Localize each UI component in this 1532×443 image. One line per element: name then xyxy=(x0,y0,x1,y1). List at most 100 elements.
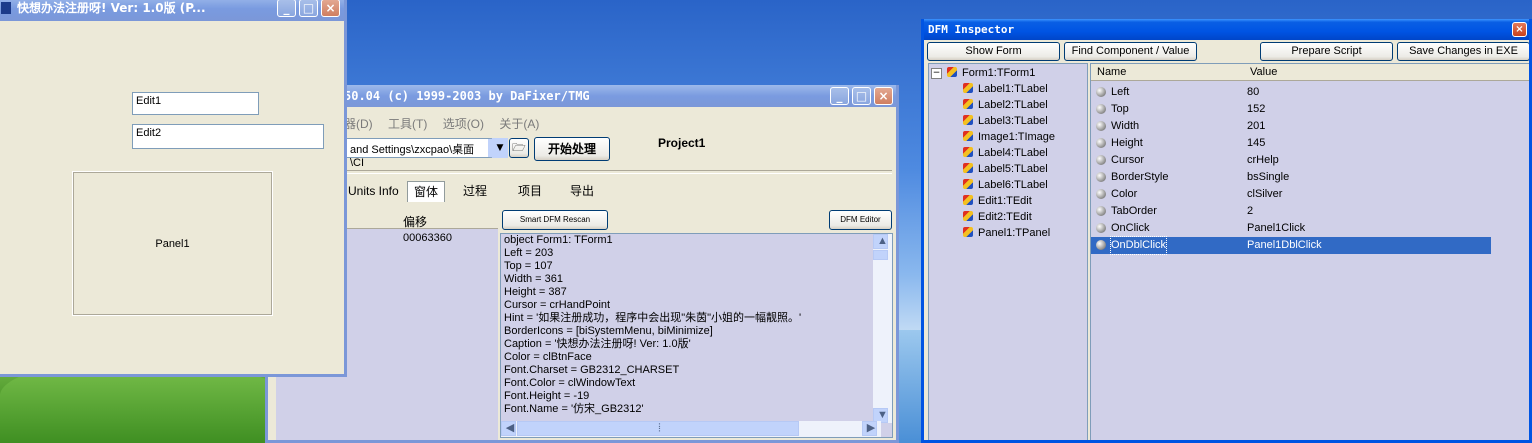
col-header-value[interactable]: Value xyxy=(1244,64,1529,81)
close-button[interactable]: × xyxy=(1512,22,1527,37)
inspector-titlebar[interactable]: DFM Inspector xyxy=(924,19,1529,40)
app-icon xyxy=(1,2,11,14)
tree-node[interactable]: Edit2:TEdit xyxy=(963,209,1032,225)
property-value: Panel1DblClick xyxy=(1247,239,1322,251)
property-row-selected[interactable]: OnDblClick Panel1DblClick xyxy=(1091,236,1491,255)
memo-line: Hint = '如果注册成功，程序中会出现"朱茵"小姐的一幅靓照。' xyxy=(504,312,802,324)
edit1-field[interactable]: Edit1 xyxy=(132,92,259,115)
property-value: Panel1Click xyxy=(1247,222,1306,234)
dede-titlebar[interactable]: 50.04 (c) 1999-2003 by DaFixer/TMG xyxy=(268,85,896,107)
memo-line: Font.Charset = GB2312_CHARSET xyxy=(504,364,680,376)
form1-title: 快想办法注册呀! Ver: 1.0版 (P... xyxy=(17,1,206,15)
find-component-button[interactable]: Find Component / Value xyxy=(1064,42,1197,61)
maximize-button[interactable]: □ xyxy=(299,0,318,17)
show-form-label: Show Form xyxy=(965,45,1022,57)
component-icon xyxy=(963,99,973,109)
tree-node[interactable]: Label2:TLabel xyxy=(963,97,1048,113)
hscroll-thumb[interactable]: ⦙ xyxy=(517,421,799,436)
open-folder-button[interactable]: 🗁 xyxy=(509,138,529,158)
property-row[interactable]: Width 201 xyxy=(1091,118,1491,135)
tree-node[interactable]: Label4:TLabel xyxy=(963,145,1048,161)
dfm-text-memo[interactable]: object Form1: TForm1 Left = 203 Top = 10… xyxy=(500,233,893,438)
edit2-field[interactable]: Edit2 xyxy=(132,124,324,149)
menu-item-about[interactable]: 关于(A) xyxy=(499,117,539,131)
memo-line: Top = 107 xyxy=(504,260,553,272)
col-header-name[interactable]: Name xyxy=(1091,64,1250,81)
scroll-right-button[interactable]: ▶ xyxy=(862,421,877,436)
memo-line: BorderIcons = [biSystemMenu, biMinimize] xyxy=(504,325,713,337)
tree-node[interactable]: Label3:TLabel xyxy=(963,113,1048,129)
list-item-offset[interactable]: 00063360 xyxy=(403,232,452,244)
prepare-script-button[interactable]: Prepare Script xyxy=(1260,42,1393,61)
minimize-button[interactable]: _ xyxy=(830,87,849,105)
tree-node[interactable]: Label5:TLabel xyxy=(963,161,1048,177)
save-changes-button[interactable]: Save Changes in EXE xyxy=(1397,42,1529,61)
property-row[interactable]: Cursor crHelp xyxy=(1091,152,1491,169)
tree-root-label: Form1:TForm1 xyxy=(962,67,1036,79)
horizontal-scrollbar[interactable]: ◀ ⦙ ▶ xyxy=(501,421,881,437)
start-process-button[interactable]: 开始处理 xyxy=(534,137,610,161)
save-changes-label: Save Changes in EXE xyxy=(1409,45,1518,57)
component-icon xyxy=(963,195,973,205)
tree-node[interactable]: Panel1:TPanel xyxy=(963,225,1050,241)
tab-forms[interactable]: 窗体 xyxy=(407,181,446,202)
property-row[interactable]: Top 152 xyxy=(1091,101,1491,118)
menu-item-tools[interactable]: 工具(T) xyxy=(388,117,427,131)
memo-line: Height = 387 xyxy=(504,286,567,298)
property-row[interactable]: BorderStyle bsSingle xyxy=(1091,169,1491,186)
property-name: Left xyxy=(1111,86,1130,98)
tab-procedures[interactable]: 过程 xyxy=(457,181,493,201)
scroll-left-button[interactable]: ◀ xyxy=(501,421,516,436)
property-value: 145 xyxy=(1247,137,1266,149)
memo-line: Caption = '快想办法注册呀! Ver: 1.0版' xyxy=(504,338,691,350)
tab-export[interactable]: 导出 xyxy=(564,181,600,201)
tree-node-label: Image1:TImage xyxy=(978,131,1056,143)
tree-node[interactable]: Label6:TLabel xyxy=(963,177,1048,193)
show-form-button[interactable]: Show Form xyxy=(927,42,1060,61)
minimize-button[interactable]: _ xyxy=(277,0,296,17)
property-row[interactable]: OnClick Panel1Click xyxy=(1091,220,1491,237)
property-value: crHelp xyxy=(1247,154,1279,166)
tree-root-node[interactable]: Form1:TForm1 xyxy=(947,65,1035,81)
path-value: and Settings\zxcpao\桌面\CI xyxy=(350,144,475,169)
property-name: BorderStyle xyxy=(1111,171,1169,183)
close-button[interactable]: × xyxy=(321,0,340,17)
dfm-editor-button[interactable]: DFM Editor xyxy=(829,210,892,230)
component-icon xyxy=(963,227,973,237)
menu-item-options[interactable]: 选项(O) xyxy=(443,117,484,131)
tree-node-label: Label5:TLabel xyxy=(978,163,1048,175)
tree-node[interactable]: Edit1:TEdit xyxy=(963,193,1032,209)
tree-node[interactable]: Label1:TLabel xyxy=(963,81,1048,97)
tree-node-label: Label2:TLabel xyxy=(978,99,1048,111)
vertical-scrollbar[interactable]: ▲ ▼ xyxy=(873,234,892,423)
menu-item-disasm[interactable]: 器(D) xyxy=(344,117,373,131)
property-icon xyxy=(1096,121,1106,131)
property-row[interactable]: Left 80 xyxy=(1091,84,1491,101)
scroll-thumb[interactable] xyxy=(873,250,888,260)
memo-line: Color = clBtnFace xyxy=(504,351,592,363)
tree-node-label: Panel1:TPanel xyxy=(978,227,1051,239)
inspector-title: DFM Inspector xyxy=(928,23,1015,36)
path-combo[interactable]: and Settings\zxcpao\桌面\CI xyxy=(346,138,506,169)
tab-project[interactable]: 项目 xyxy=(512,181,548,201)
component-icon xyxy=(963,163,973,173)
tree-node[interactable]: Image1:TImage xyxy=(963,129,1055,145)
list-header-offset[interactable]: 偏移 xyxy=(403,213,427,230)
property-value: clSilver xyxy=(1247,188,1283,200)
memo-line: object Form1: TForm1 xyxy=(504,234,613,246)
scroll-up-button[interactable]: ▲ xyxy=(873,234,888,249)
memo-line: Font.Name = '仿宋_GB2312' xyxy=(504,403,644,415)
tab-units-info[interactable]: Units Info xyxy=(342,181,405,201)
form1-window: 快想办法注册呀! Ver: 1.0版 (P... _ □ × Edit1 Edi… xyxy=(0,0,347,377)
smart-dfm-rescan-button[interactable]: Smart DFM Rescan xyxy=(502,210,608,230)
maximize-button[interactable]: □ xyxy=(852,87,871,105)
col-name-label: Name xyxy=(1097,66,1127,78)
close-button[interactable]: × xyxy=(874,87,893,105)
property-row[interactable]: TabOrder 2 xyxy=(1091,203,1491,220)
property-name: Cursor xyxy=(1111,154,1145,166)
property-row[interactable]: Color clSilver xyxy=(1091,186,1491,203)
chevron-down-icon[interactable]: ▼ xyxy=(492,138,508,158)
panel1[interactable]: Panel1 xyxy=(72,171,273,316)
property-row[interactable]: Height 145 xyxy=(1091,135,1491,152)
tree-expand-icon[interactable]: − xyxy=(931,68,942,79)
